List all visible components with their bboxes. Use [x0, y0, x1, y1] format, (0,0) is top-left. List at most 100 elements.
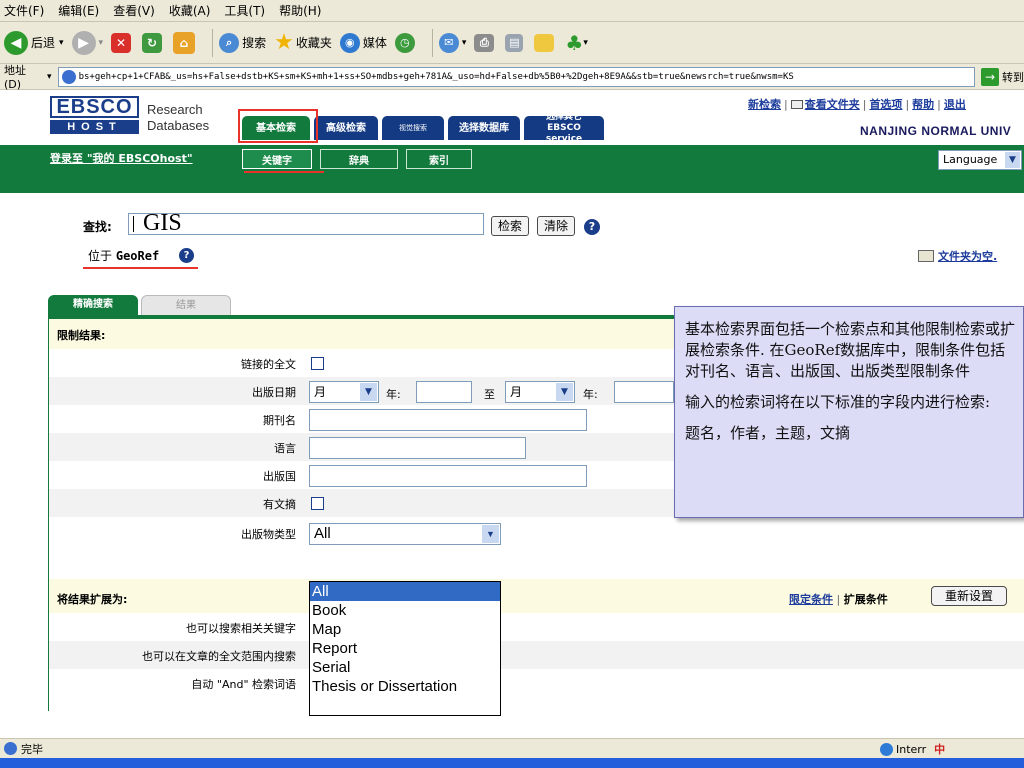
tab-results[interactable]: 结果	[141, 295, 231, 315]
subtab-index[interactable]: 索引	[406, 149, 472, 169]
go-button[interactable]: → 转到	[981, 67, 1024, 86]
expanders-label: 扩展条件	[843, 593, 888, 606]
subtab-keyword[interactable]: 关键字	[242, 149, 312, 169]
expand-section-header: 将结果扩展为: 限定条件 | 扩展条件 重新设置	[49, 579, 1024, 613]
print-button[interactable]: ⎙	[474, 33, 497, 52]
database-highlight-underline	[83, 267, 198, 269]
database-name: GeoRef	[115, 249, 160, 263]
help-icon[interactable]: ?	[584, 219, 600, 235]
ebsco-logo[interactable]: EBSCO HOST	[50, 96, 139, 134]
folder-status[interactable]: 文件夹为空.	[918, 248, 997, 264]
messenger-button[interactable]: ♣ ▾	[565, 31, 587, 55]
database-indicator: 位于 GeoRef	[88, 249, 160, 263]
media-icon: ◉	[339, 32, 360, 53]
exit-link[interactable]: 退出	[944, 98, 966, 111]
chevron-down-icon: ▼	[360, 383, 377, 401]
from-month-select[interactable]: 月 ▼	[309, 381, 379, 403]
favorites-button[interactable]: ★ 收藏夹	[274, 30, 332, 55]
view-folder-link[interactable]: 查看文件夹	[805, 98, 860, 111]
globe-icon	[880, 742, 893, 756]
dropdown-option[interactable]: All	[310, 582, 500, 601]
row-auto-and: 自动 "And" 检索词语	[191, 678, 296, 691]
fulltext-checkbox[interactable]	[311, 357, 324, 370]
taskbar	[0, 758, 1024, 768]
folder-icon	[918, 250, 934, 262]
new-search-link[interactable]: 新检索	[748, 98, 781, 111]
toolbar-separator	[212, 28, 214, 57]
chevron-down-icon: ▼	[556, 383, 573, 401]
dropdown-option[interactable]: Serial	[310, 658, 500, 677]
discuss-button[interactable]	[534, 33, 557, 52]
menu-help[interactable]: 帮助(H)	[279, 2, 321, 19]
from-year-input[interactable]	[416, 381, 472, 403]
chevron-down-icon: ▾	[583, 37, 588, 48]
messenger-icon: ♣	[565, 30, 584, 55]
pubtype-select[interactable]: All ▼	[309, 523, 501, 545]
subtab-thesaurus[interactable]: 辞典	[320, 149, 398, 169]
back-button[interactable]: ◀ 后退 ▾	[4, 30, 64, 55]
browser-toolbar: ◀ 后退 ▾ ▶ ▾ ✕ ↻ ⌂ ⌕ 搜索 ★ 收藏夹 ◉ 媒体 ◷ ✉ ▾ ⎙…	[0, 22, 1024, 64]
mail-icon: ✉	[438, 32, 459, 53]
chevron-down-icon: ▾	[98, 37, 104, 48]
annotation-callout: 基本检索界面包括一个检索点和其他限制检索或扩展检索条件. 在GeoRef数据库中…	[674, 306, 1024, 518]
search-submit-button[interactable]: 检索	[491, 216, 529, 236]
preferences-link[interactable]: 首选项	[869, 98, 902, 111]
to-month-select[interactable]: 月 ▼	[505, 381, 575, 403]
dropdown-option[interactable]: Book	[310, 601, 500, 620]
stop-icon: ✕	[111, 32, 132, 53]
mail-button[interactable]: ✉ ▾	[438, 32, 466, 53]
address-label: 地址(D)	[4, 64, 26, 91]
limiters-link[interactable]: 限定条件	[789, 593, 833, 606]
chevron-down-icon: ▼	[482, 525, 499, 543]
refresh-icon: ↻	[142, 32, 163, 53]
home-icon: ⌂	[173, 31, 196, 54]
dropdown-option[interactable]: Report	[310, 639, 500, 658]
tab-other-service[interactable]: 选择其它 EBSCO service	[524, 112, 604, 144]
top-links: 新检索 | 查看文件夹 | 首选项 | 帮助 | 退出	[748, 98, 966, 111]
tab-refine-search[interactable]: 精确搜索	[48, 295, 138, 315]
dropdown-option[interactable]: Map	[310, 620, 500, 639]
dropdown-option[interactable]: Thesis or Dissertation	[310, 677, 500, 696]
edit-button[interactable]: ▤	[505, 33, 526, 52]
page-done-icon	[4, 742, 17, 755]
menu-edit[interactable]: 编辑(E)	[58, 2, 99, 19]
ime-icon[interactable]: 中	[934, 741, 945, 757]
database-help-icon[interactable]: ?	[179, 248, 194, 263]
media-button[interactable]: ◉ 媒体	[339, 32, 387, 53]
address-input[interactable]: bs+geh+cp+1+CFAB&_us=hs+False+dstb+KS+sm…	[57, 66, 976, 87]
search-input[interactable]: GIS	[128, 211, 484, 235]
refresh-button[interactable]: ↻	[142, 32, 165, 53]
chevron-down-icon: ▾	[59, 37, 64, 48]
history-button[interactable]: ◷	[394, 32, 418, 53]
abstract-checkbox[interactable]	[311, 497, 324, 510]
forward-button[interactable]: ▶ ▾	[71, 30, 104, 55]
language-input[interactable]	[309, 437, 526, 459]
login-link[interactable]: 登录至 "我的 EBSCOhost"	[50, 150, 193, 166]
toolbar-separator	[431, 28, 433, 57]
find-label: 查找:	[83, 220, 112, 234]
zone-indicator: Interr 中	[880, 741, 945, 757]
tab-advanced-search[interactable]: 高级检索	[314, 116, 378, 140]
tab-choose-database[interactable]: 选择数据库	[448, 116, 520, 140]
journal-input[interactable]	[309, 409, 587, 431]
menu-view[interactable]: 查看(V)	[113, 2, 155, 19]
country-input[interactable]	[309, 465, 587, 487]
menu-tools[interactable]: 工具(T)	[224, 2, 265, 19]
limiter-expander-links: 限定条件 | 扩展条件	[789, 593, 888, 606]
sub-tabs: 关键字 辞典 索引	[242, 149, 480, 169]
chevron-down-icon[interactable]: ▾	[47, 72, 52, 82]
help-link[interactable]: 帮助	[912, 98, 934, 111]
search-button[interactable]: ⌕ 搜索	[219, 32, 266, 53]
language-select[interactable]: Language ▼	[938, 150, 1022, 170]
subtab-highlight-underline	[244, 171, 324, 173]
ebsco-header: EBSCO HOST Research Databases 基本检索 高级检索 …	[0, 90, 1024, 145]
menu-favorites[interactable]: 收藏(A)	[169, 2, 211, 19]
tab-visual-search[interactable]: 视觉搜索	[382, 116, 444, 140]
folder-icon	[790, 100, 803, 109]
to-year-input[interactable]	[614, 381, 674, 403]
home-button[interactable]: ⌂	[173, 31, 198, 54]
stop-button[interactable]: ✕	[111, 32, 134, 53]
reset-button[interactable]: 重新设置	[931, 586, 1007, 606]
menu-file[interactable]: 文件(F)	[4, 2, 44, 19]
clear-button[interactable]: 清除	[537, 216, 575, 236]
